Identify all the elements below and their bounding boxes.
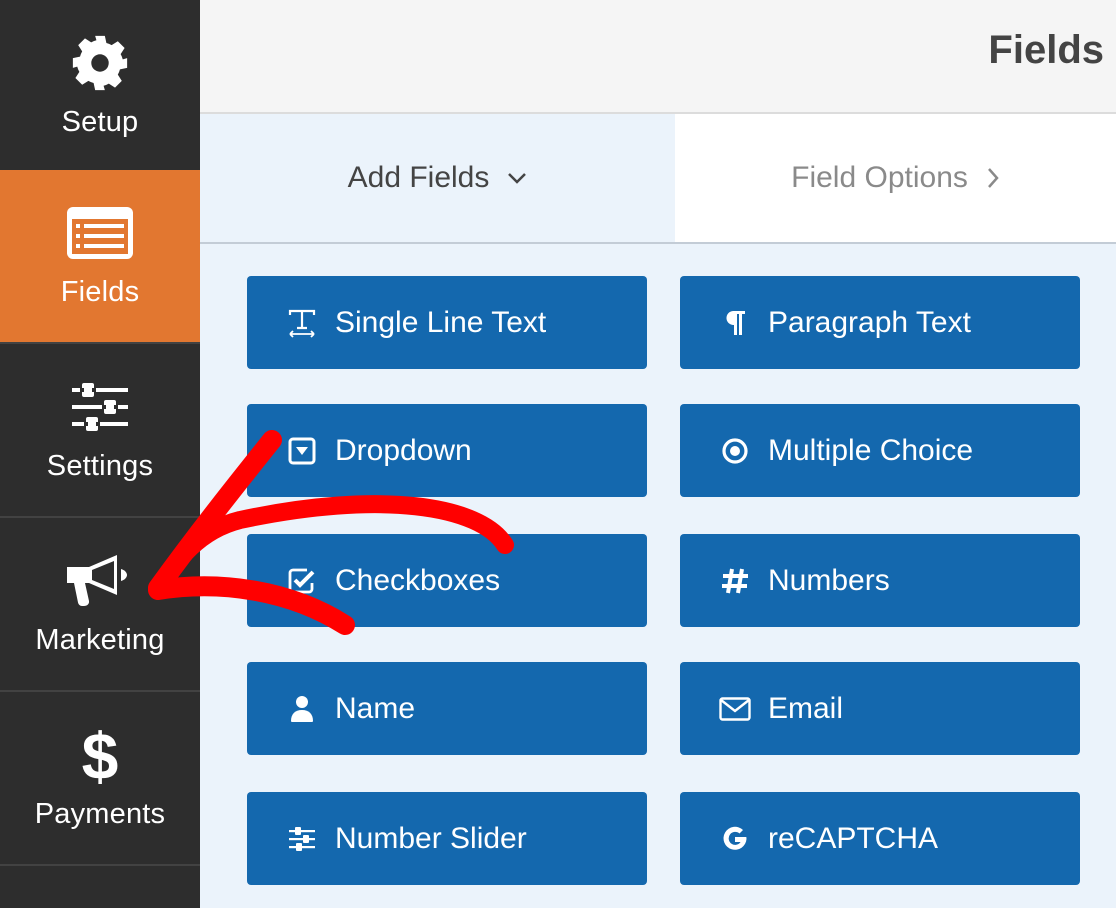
field-button-label: Email	[768, 691, 844, 725]
tab-field-options[interactable]: Field Options	[675, 114, 1116, 242]
svg-text:$: $	[82, 723, 119, 787]
field-button-label: Single Line Text	[335, 305, 547, 339]
gear-icon	[69, 24, 131, 102]
panel-tabs: Add Fields Field Options	[200, 114, 1116, 244]
field-button-recaptcha[interactable]: reCAPTCHA	[680, 792, 1080, 885]
field-buttons-panel: Single Line Text Paragraph Text Dropdown…	[200, 244, 1116, 908]
field-button-label: Checkboxes	[335, 563, 501, 597]
sidebar-item-label: Settings	[46, 450, 154, 482]
field-button-single-line-text[interactable]: Single Line Text	[247, 276, 647, 369]
sidebar-item-setup[interactable]: Setup	[0, 0, 200, 174]
field-button-number-slider[interactable]: Number Slider	[247, 792, 647, 885]
sidebar-item-settings[interactable]: Settings	[0, 344, 200, 518]
check-square-icon	[279, 567, 325, 595]
field-button-checkboxes[interactable]: Checkboxes	[247, 534, 647, 627]
hashtag-icon	[712, 567, 758, 595]
field-button-name[interactable]: Name	[247, 662, 647, 755]
chevron-down-icon	[507, 171, 527, 185]
sidebar-item-label: Fields	[60, 276, 140, 308]
field-button-label: Name	[335, 691, 416, 725]
field-button-dropdown[interactable]: Dropdown	[247, 404, 647, 497]
sidebar: Setup Fields Settings Marketing $ Paymen…	[0, 0, 200, 908]
field-button-label: Multiple Choice	[768, 433, 974, 467]
page-title: Fields	[988, 28, 1104, 72]
field-button-multiple-choice[interactable]: Multiple Choice	[680, 404, 1080, 497]
field-button-label: Numbers	[768, 563, 890, 597]
list-form-icon	[66, 194, 134, 272]
sliders-icon	[279, 826, 325, 851]
sidebar-item-label: Setup	[61, 106, 139, 138]
user-icon	[279, 695, 325, 723]
page-header: Fields	[200, 0, 1116, 114]
megaphone-icon	[65, 542, 135, 620]
paragraph-icon	[712, 309, 758, 337]
sidebar-item-marketing[interactable]: Marketing	[0, 518, 200, 692]
sliders-icon	[70, 368, 130, 446]
sidebar-item-label: Payments	[34, 798, 166, 830]
field-button-email[interactable]: Email	[680, 662, 1080, 755]
dot-circle-icon	[712, 437, 758, 465]
field-button-label: reCAPTCHA	[768, 821, 939, 855]
dollar-icon: $	[80, 716, 120, 794]
tab-label: Field Options	[791, 161, 968, 194]
tab-add-fields[interactable]: Add Fields	[200, 114, 675, 242]
field-button-label: Dropdown	[335, 433, 472, 467]
field-button-paragraph-text[interactable]: Paragraph Text	[680, 276, 1080, 369]
sidebar-item-fields[interactable]: Fields	[0, 170, 200, 344]
text-width-icon	[279, 308, 325, 338]
caret-square-down-icon	[279, 437, 325, 465]
field-button-numbers[interactable]: Numbers	[680, 534, 1080, 627]
field-button-label: Number Slider	[335, 821, 527, 855]
tab-label: Add Fields	[347, 161, 490, 194]
google-icon	[712, 825, 758, 853]
chevron-right-icon	[986, 167, 1000, 189]
envelope-icon	[712, 696, 758, 721]
sidebar-item-label: Marketing	[35, 624, 165, 656]
sidebar-item-payments[interactable]: $ Payments	[0, 692, 200, 866]
field-button-label: Paragraph Text	[768, 305, 971, 339]
